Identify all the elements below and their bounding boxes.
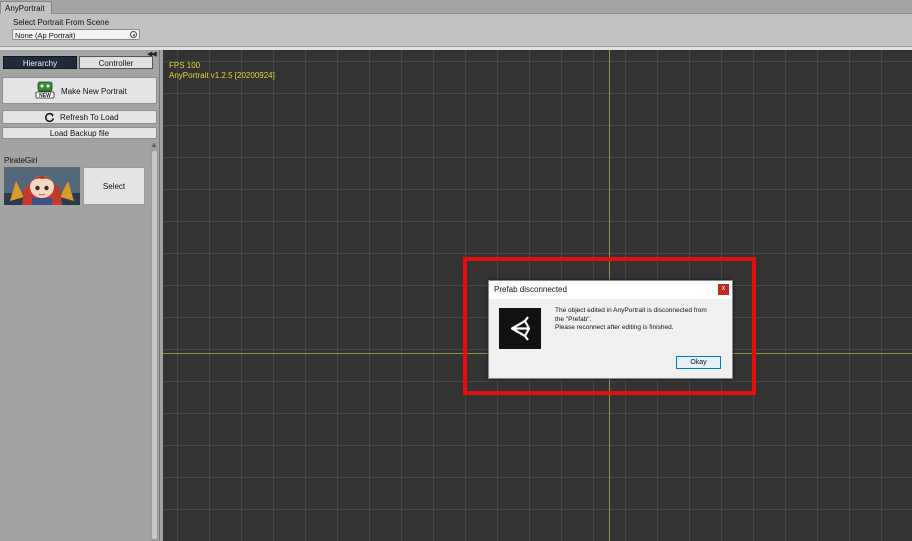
tab-controller[interactable]: Controller — [79, 56, 153, 69]
dialog-title: Prefab disconnected — [494, 285, 567, 294]
refresh-icon — [45, 112, 55, 123]
new-portrait-icon: NEW — [35, 81, 55, 99]
okay-button[interactable]: Okay — [676, 356, 721, 369]
sidebar: ◀◀ Hierarchy Controller NEW Make New Por… — [0, 50, 160, 541]
tab-anyportrait[interactable]: AnyPortrait — [0, 1, 52, 14]
select-portrait-button[interactable]: Select — [83, 167, 145, 205]
scroll-up-icon[interactable] — [152, 143, 156, 147]
portrait-name: PirateGirl — [4, 156, 38, 165]
portrait-thumbnail — [4, 167, 80, 205]
sidebar-scrollbar[interactable] — [151, 142, 158, 541]
version-readout: AnyPortrait v1.2.5 [20200924] — [169, 71, 275, 80]
fps-readout: FPS 100 — [169, 61, 201, 70]
select-portrait-label: Select Portrait From Scene — [13, 18, 110, 27]
prefab-disconnected-dialog: Prefab disconnected x The object edited … — [488, 280, 733, 379]
dialog-message-line: The object edited in AnyPortrait is disc… — [555, 307, 707, 314]
unity-logo-icon — [499, 308, 541, 349]
dialog-message: The object edited in AnyPortrait is disc… — [555, 307, 727, 333]
object-picker-icon[interactable] — [130, 31, 137, 38]
pirate-girl-image — [4, 167, 80, 205]
dialog-body: The object edited in AnyPortrait is disc… — [489, 299, 732, 378]
scene-selector-panel: Select Portrait From Scene None (Ap Port… — [0, 14, 912, 47]
portrait-object-value: None (Ap Portrait) — [15, 31, 76, 40]
refresh-to-load-button[interactable]: Refresh To Load — [2, 110, 157, 124]
make-new-portrait-button[interactable]: NEW Make New Portrait — [2, 77, 157, 104]
portrait-object-field[interactable]: None (Ap Portrait) — [12, 29, 140, 40]
svg-text:NEW: NEW — [39, 93, 51, 99]
window-tabbar: AnyPortrait — [0, 0, 912, 14]
close-icon[interactable]: x — [718, 284, 729, 295]
load-backup-button[interactable]: Load Backup file — [2, 127, 157, 139]
dialog-message-line: the "Prefab". — [555, 315, 592, 323]
make-new-portrait-label: Make New Portrait — [61, 87, 127, 96]
scrollbar-thumb[interactable] — [152, 151, 157, 539]
dialog-titlebar: Prefab disconnected x — [489, 281, 732, 299]
dialog-message-line: Please reconnect after editing is finish… — [555, 324, 674, 331]
tab-hierarchy[interactable]: Hierarchy — [3, 56, 77, 69]
refresh-to-load-label: Refresh To Load — [60, 113, 119, 122]
